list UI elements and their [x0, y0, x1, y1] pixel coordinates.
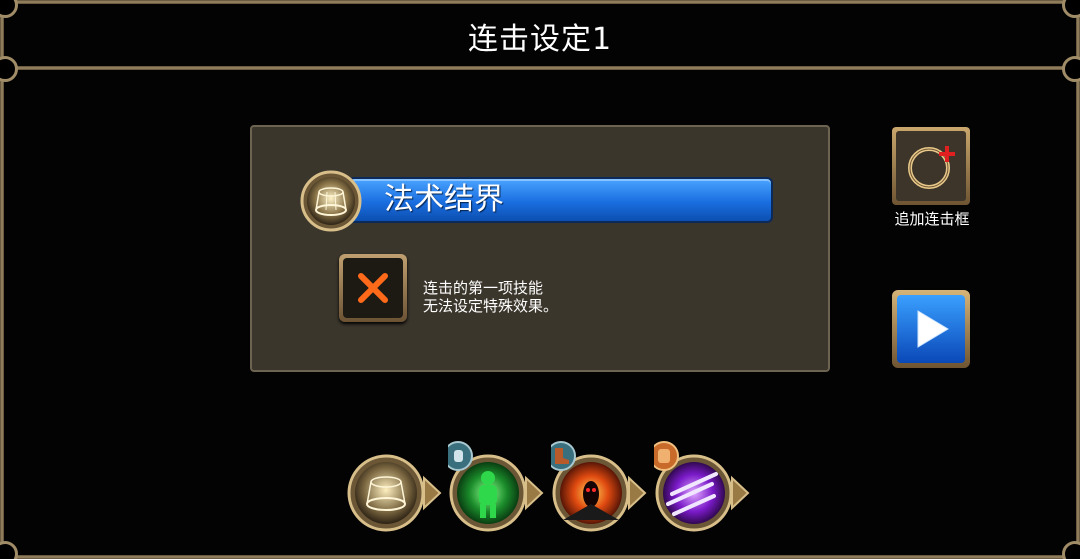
- play-arrow-icon: [917, 310, 949, 348]
- arcane-barrier-skill-icon[interactable]: [346, 452, 442, 534]
- header-divider: [0, 66, 1080, 70]
- skill-name-label: 法术结界: [384, 182, 504, 217]
- purple-blades-skill-icon[interactable]: [654, 440, 750, 534]
- potion-badge-icon: [448, 441, 473, 471]
- page-title: 连击设定1: [467, 22, 613, 57]
- combo-settings-screen: 连击设定1 法术结界 连击的第一项技能 无法设定特殊效果。 追加连击框: [0, 0, 1080, 559]
- note-line-1: 连击的第一项技能: [423, 279, 544, 297]
- frame-top-edge: [0, 0, 1080, 4]
- gauntlet-badge-icon: [654, 441, 679, 471]
- frame-left-edge: [0, 0, 4, 559]
- close-x-icon: [358, 273, 388, 303]
- frame-right-edge: [1076, 0, 1080, 559]
- corner-ornament-icon: [0, 56, 18, 82]
- arcane-barrier-icon[interactable]: [300, 170, 362, 232]
- frame-bottom-edge: [0, 555, 1080, 559]
- next-play-button[interactable]: [892, 290, 970, 368]
- note-line-2: 无法设定特殊效果。: [423, 297, 559, 315]
- dark-flame-skill-icon[interactable]: [551, 440, 647, 534]
- green-spirit-skill-icon[interactable]: [448, 440, 544, 534]
- corner-ornament-icon: [0, 541, 18, 559]
- disabled-effect-button[interactable]: [339, 254, 407, 322]
- add-combo-frame-label: 追加连击框: [894, 210, 970, 228]
- ring-plus-icon: [908, 146, 955, 189]
- add-combo-frame-button[interactable]: [892, 127, 970, 205]
- corner-ornament-icon: [1062, 541, 1080, 559]
- corner-ornament-icon: [1062, 56, 1080, 82]
- boot-badge-icon: [551, 441, 576, 471]
- combo-detail-panel: [250, 125, 830, 372]
